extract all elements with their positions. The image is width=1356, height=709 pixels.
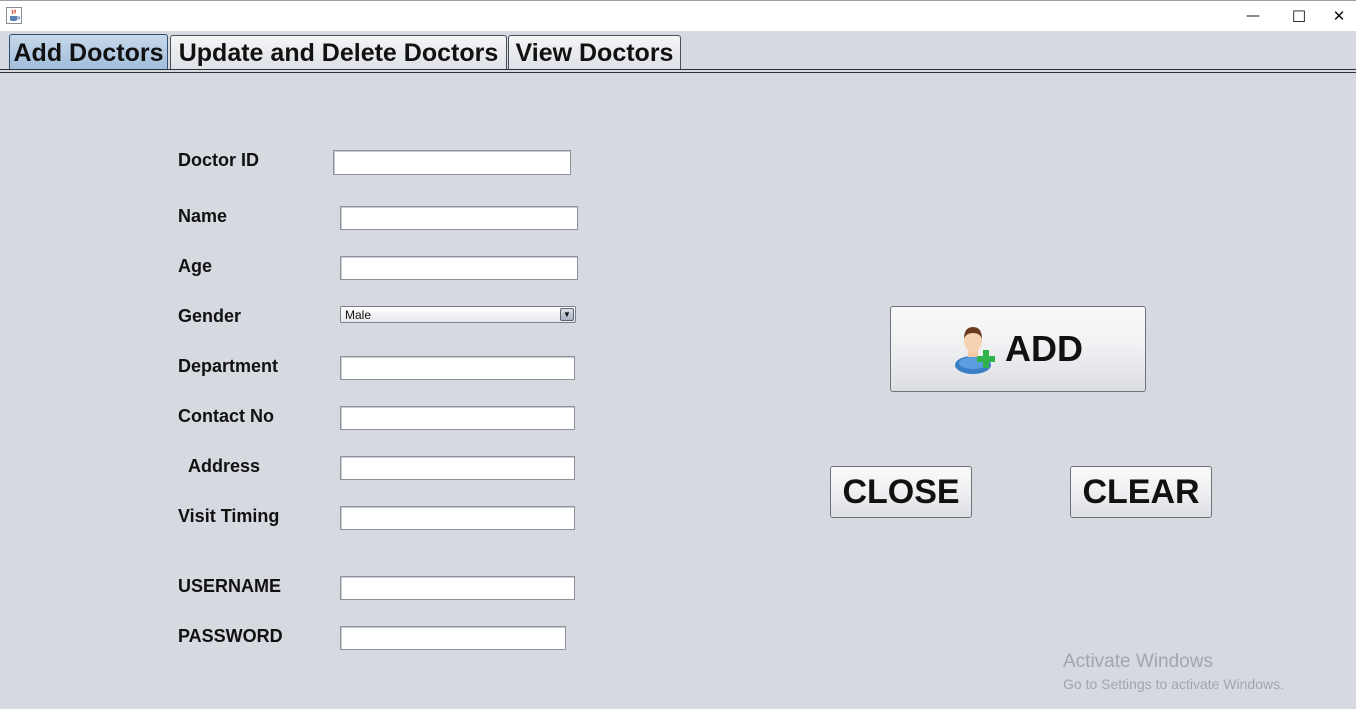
tab-label: Add Doctors: [13, 38, 164, 67]
add-doctor-button[interactable]: ADD: [890, 306, 1146, 392]
clear-button-label: CLEAR: [1082, 472, 1200, 511]
username-label: USERNAME: [178, 576, 282, 596]
name-label: Name: [178, 206, 228, 226]
doctor-id-input[interactable]: [333, 150, 571, 175]
java-cup-icon: [6, 7, 22, 24]
address-input[interactable]: [340, 456, 575, 480]
tab-label: View Doctors: [515, 38, 674, 67]
tab-update-delete-doctors[interactable]: Update and Delete Doctors: [170, 35, 507, 70]
gender-selected-value: Male: [345, 308, 372, 322]
minimize-icon: —: [1246, 8, 1260, 24]
password-label: PASSWORD: [178, 626, 283, 646]
close-icon: ✕: [1332, 7, 1346, 25]
title-bar: — ☐ ✕: [0, 0, 1356, 31]
close-button[interactable]: CLOSE: [830, 466, 972, 518]
close-button-label: CLOSE: [842, 472, 960, 511]
tab-divider: [0, 69, 1356, 73]
password-input[interactable]: [340, 626, 566, 650]
department-input[interactable]: [340, 356, 575, 380]
add-user-icon: [955, 327, 995, 374]
tab-add-doctors[interactable]: Add Doctors: [9, 34, 168, 71]
activate-windows-watermark: Activate Windows Go to Settings to activ…: [1063, 651, 1284, 692]
tab-bar: Add Doctors Update and Delete Doctors Vi…: [0, 31, 1356, 74]
tab-label: Update and Delete Doctors: [178, 38, 499, 67]
department-label: Department: [178, 356, 279, 376]
address-label: Address: [188, 456, 261, 476]
add-button-label: ADD: [1005, 328, 1083, 369]
dropdown-arrow-icon[interactable]: ▼: [560, 308, 574, 321]
name-input[interactable]: [340, 206, 578, 230]
contact-no-label: Contact No: [178, 406, 274, 426]
gender-label: Gender: [178, 306, 242, 326]
visit-timing-label: Visit Timing: [178, 506, 280, 526]
clear-button[interactable]: CLEAR: [1070, 466, 1212, 518]
visit-timing-input[interactable]: [340, 506, 575, 530]
watermark-title: Activate Windows: [1063, 651, 1213, 672]
age-input[interactable]: [340, 256, 578, 280]
watermark-subtitle: Go to Settings to activate Windows.: [1063, 676, 1284, 692]
gender-select[interactable]: Male ▼: [340, 306, 576, 323]
doctor-id-label: Doctor ID: [178, 150, 259, 170]
close-window-button[interactable]: ✕: [1322, 1, 1356, 31]
age-label: Age: [178, 256, 213, 276]
maximize-button[interactable]: ☐: [1276, 1, 1322, 31]
minimize-button[interactable]: —: [1230, 1, 1276, 31]
contact-no-input[interactable]: [340, 406, 575, 430]
username-input[interactable]: [340, 576, 575, 600]
maximize-icon: ☐: [1291, 6, 1307, 26]
tab-view-doctors[interactable]: View Doctors: [508, 35, 681, 70]
